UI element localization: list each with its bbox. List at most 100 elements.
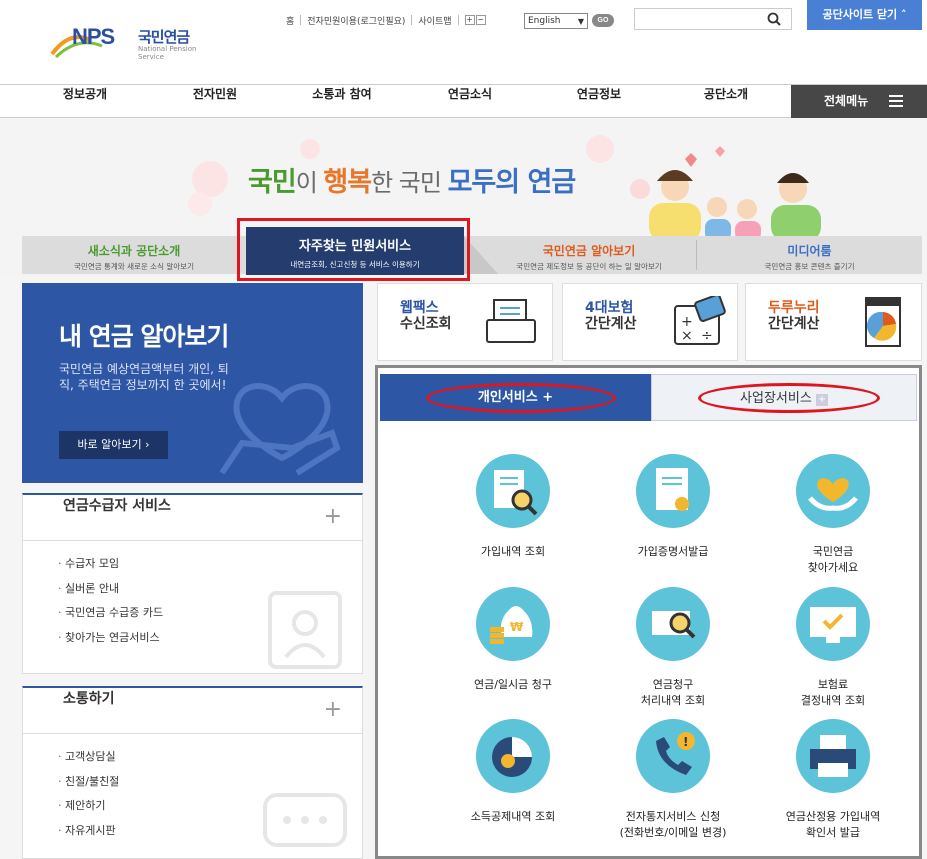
tab-media-title: 미디어룸: [787, 244, 832, 258]
label-line: (전화번호/이메일 변경): [619, 826, 727, 839]
slogan-part-5: 모두의 연금: [447, 167, 577, 198]
all-menu-button[interactable]: 전체메뉴: [791, 85, 927, 118]
service-certificate-issue[interactable]: 가입증명서발급: [598, 454, 748, 560]
eservice-login-link[interactable]: 전자민원이용(로그인필요): [307, 14, 405, 27]
slogan-part-1: 국민: [248, 167, 297, 198]
service-find-pension[interactable]: 국민연금찾아가세요: [758, 454, 908, 576]
agency-sites-label: 공단사이트 닫기: [822, 8, 898, 21]
home-link[interactable]: 홈: [286, 14, 294, 27]
highlight-box: [237, 218, 470, 281]
tab-media-sub: 국민연금 홍보 콘텐츠 즐기기: [764, 262, 855, 271]
label-line: 보험료: [817, 678, 849, 691]
service-label: 보험료 결정내역 조회: [758, 677, 908, 709]
hamburger-icon: [889, 95, 903, 110]
service-premium-decision[interactable]: 보험료 결정내역 조회: [758, 587, 908, 709]
printer-icon: [796, 719, 870, 793]
insurance-calc-card[interactable]: 4대보험 간단계산 + × ÷: [562, 283, 738, 361]
webfax-card[interactable]: 웹팩스 수신조회: [377, 283, 553, 361]
slogan-part-3: 행복: [323, 167, 372, 198]
durunuri-line1: 두루누리: [768, 300, 820, 316]
list-item[interactable]: 고객상담실: [58, 748, 362, 773]
utility-links: 홈 전자민원이용(로그인필요) 사이트맵 + −: [286, 12, 487, 28]
language-select[interactable]: English ▼: [524, 13, 588, 29]
svg-text:×: ×: [681, 328, 693, 344]
service-label: 국민연금찾아가세요: [758, 544, 908, 576]
plus-icon[interactable]: +: [324, 504, 342, 529]
durunuri-calc-card[interactable]: 두루누리 간단계산: [745, 283, 922, 361]
webfax-line2: 수신조회: [400, 316, 452, 332]
service-claim-status[interactable]: 연금청구 처리내역 조회: [598, 587, 748, 709]
label-line: 연금산정용 가입내역: [785, 810, 881, 823]
service-enrollment-lookup[interactable]: 가입내역 조회: [438, 454, 588, 560]
zoom-out-button[interactable]: −: [475, 15, 486, 25]
tab-learn-title: 국민연금 알아보기: [542, 244, 636, 258]
sitemap-link[interactable]: 사이트맵: [418, 14, 451, 27]
service-pension-claim[interactable]: ₩ 연금/일시금 청구: [438, 587, 588, 693]
list-item[interactable]: 수급자 모임: [58, 555, 362, 580]
nav-e-civil[interactable]: 전자민원: [160, 85, 270, 117]
durunuri-line2: 간단계산: [768, 316, 820, 332]
svg-text:₩: ₩: [510, 620, 524, 634]
pensioner-services-box: 연금수급자 서비스 + 수급자 모임 실버론 안내 국민연금 수급증 카드 찾아…: [22, 493, 363, 674]
my-pension-title: 내 연금 알아보기: [59, 322, 229, 351]
chevron-down-icon: ▼: [577, 17, 584, 26]
insurance-line1: 4대보험: [585, 300, 634, 316]
my-pension-banner[interactable]: 내 연금 알아보기 국민연금 예상연금액부터 개인, 퇴직, 주택연금 정보까지…: [22, 283, 363, 483]
label-line: 확인서 발급: [805, 826, 861, 839]
tab-news-title: 새소식과 공단소개: [87, 244, 181, 258]
logo-korean: 국민연금: [138, 28, 190, 46]
insurance-line2: 간단계산: [585, 316, 637, 332]
heart-hands-icon: [796, 454, 870, 528]
heart-hand-icon: [219, 383, 341, 476]
service-tax-deduction[interactable]: 소득공제내역 조회: [438, 719, 588, 825]
calculator-icon: +× ÷: [674, 296, 726, 345]
slogan-part-4: 한 국민: [371, 169, 448, 197]
search-input[interactable]: [634, 8, 792, 30]
nav-about[interactable]: 공단소개: [671, 85, 781, 117]
zoom-in-button[interactable]: +: [464, 15, 475, 25]
go-button[interactable]: GO: [592, 14, 614, 27]
service-panel: 개인서비스 + 사업장서비스 + 가입내역 조회 가입증명서발급 국민연금 찾아가…: [375, 365, 922, 859]
highlight-ellipse: [426, 383, 616, 413]
fax-icon: [486, 299, 536, 343]
service-label: 가입증명서발급: [637, 545, 709, 558]
claim-search-icon: [636, 587, 710, 661]
plus-icon[interactable]: +: [324, 697, 342, 722]
nav-pension-info[interactable]: 연금정보: [544, 85, 654, 117]
webfax-title: 웹팩스 수신조회: [400, 300, 452, 332]
nav-info-disclosure[interactable]: 정보공개: [30, 85, 140, 117]
nps-logo[interactable]: NPS 국민연금 National Pension Service: [50, 22, 210, 62]
label-line: 국민연금: [812, 545, 854, 558]
logo-text: NPS: [72, 24, 115, 49]
comm-box-title[interactable]: 소통하기: [23, 688, 362, 734]
family-illustration-icon: [649, 146, 821, 241]
pie-chart-icon: [476, 719, 550, 793]
service-label: 전자통지서비스 신청 (전화번호/이메일 변경): [598, 809, 748, 841]
logo-english: National Pension Service: [138, 45, 197, 61]
tab-media-room[interactable]: 미디어룸 국민연금 홍보 콘텐츠 즐기기: [697, 236, 922, 274]
agency-sites-button[interactable]: 공단사이트 닫기 ˄: [807, 0, 922, 30]
tab-news-sub: 국민연금 통계와 새로운 소식 알아보기: [74, 262, 194, 271]
service-label: 가입내역 조회: [480, 545, 546, 558]
svg-text:÷: ÷: [701, 328, 713, 344]
search-icon[interactable]: [767, 12, 781, 26]
pensioner-box-title[interactable]: 연금수급자 서비스: [23, 495, 362, 541]
service-enrollment-certificate[interactable]: 연금산정용 가입내역확인서 발급: [758, 719, 908, 841]
section-tabs: 새소식과 공단소개 국민연금 통계와 새로운 소식 알아보기 국민연금 알아보기…: [22, 236, 922, 274]
label-line: 찾아가세요: [807, 561, 859, 574]
webfax-line1: 웹팩스: [400, 300, 439, 316]
slogan-part-2: 이: [295, 169, 324, 197]
nav-participation[interactable]: 소통과 참여: [287, 85, 397, 117]
go-check-button[interactable]: 바로 알아보기 ›: [59, 431, 168, 459]
tab-pension-learn[interactable]: 국민연금 알아보기 국민연금 제도정보 등 공단이 하는 일 알아보기: [482, 236, 696, 274]
service-e-notice[interactable]: ! 전자통지서비스 신청 (전화번호/이메일 변경): [598, 719, 748, 841]
label-line: 연금청구: [652, 678, 694, 691]
nav-pension-news[interactable]: 연금소식: [415, 85, 525, 117]
search-document-icon: [476, 454, 550, 528]
service-label: 소득공제내역 조회: [470, 810, 556, 823]
insurance-calc-title: 4대보험 간단계산: [585, 300, 637, 332]
communication-box: 소통하기 + 고객상담실 친절/불친절 제안하기 자유게시판: [22, 686, 363, 859]
tab-news-about[interactable]: 새소식과 공단소개 국민연금 통계와 새로운 소식 알아보기: [22, 236, 246, 274]
service-label: 연금청구 처리내역 조회: [598, 677, 748, 709]
id-badge-icon: [268, 591, 342, 669]
